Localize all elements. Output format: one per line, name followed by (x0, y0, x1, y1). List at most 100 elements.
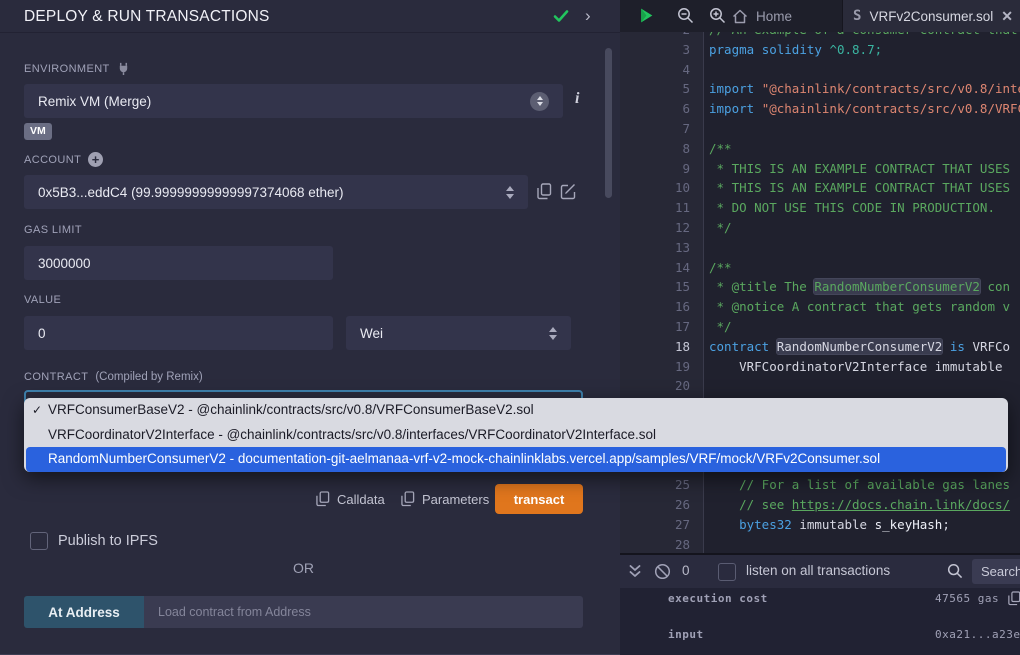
line-number[interactable]: 5 (620, 79, 703, 99)
line-number-gutter[interactable]: 2345678910111213141516171819202122232425… (620, 32, 704, 553)
code-line[interactable] (705, 60, 1020, 80)
line-number[interactable]: 27 (620, 515, 703, 535)
environment-select[interactable]: Remix VM (Merge) (24, 84, 563, 118)
code-token: // An example of a consumer contract tha… (709, 32, 1018, 37)
code-line[interactable] (705, 119, 1020, 139)
line-number[interactable]: 12 (620, 218, 703, 238)
line-number[interactable]: 16 (620, 297, 703, 317)
contract-sublabel: (Compiled by Remix) (95, 371, 202, 383)
contract-option[interactable]: VRFCoordinatorV2Interface - @chainlink/c… (24, 423, 1008, 448)
code-token: * THIS IS AN EXAMPLE CONTRACT THAT USES (709, 161, 1010, 176)
line-number[interactable]: 13 (620, 238, 703, 258)
code-token: ^0.8.7; (829, 42, 882, 57)
select-updown-icon (530, 92, 549, 111)
transact-button[interactable]: transact (495, 484, 583, 514)
line-number[interactable]: 2 (620, 32, 703, 40)
line-number[interactable]: 6 (620, 99, 703, 119)
tab-vrfv2consumer[interactable]: S VRFv2Consumer.sol ✕ (842, 0, 1020, 32)
contract-label: CONTRACT (Compiled by Remix) (24, 371, 203, 383)
line-number[interactable]: 4 (620, 60, 703, 80)
publish-ipfs-label: Publish to IPFS (58, 532, 158, 550)
code-token: // see (739, 497, 792, 512)
expand-terminal-icon[interactable] (628, 564, 642, 579)
line-number[interactable]: 8 (620, 139, 703, 159)
edit-account-icon[interactable] (560, 183, 577, 200)
add-account-icon[interactable]: + (88, 152, 103, 167)
code-token: * THIS IS AN EXAMPLE CONTRACT THAT USES (709, 180, 1010, 195)
line-number[interactable]: 25 (620, 475, 703, 495)
at-address-button[interactable]: At Address (24, 596, 144, 628)
line-number[interactable]: 9 (620, 159, 703, 179)
terminal-output: execution cost 47565 gas input 0xa21...a… (620, 588, 1020, 655)
selected-check-icon: ✓ (32, 398, 42, 423)
code-line[interactable]: */ (705, 218, 1020, 238)
code-area[interactable]: 2345678910111213141516171819202122232425… (620, 32, 1020, 553)
tab-home[interactable]: Home (732, 0, 792, 32)
publish-ipfs-checkbox[interactable] (30, 532, 48, 550)
line-number[interactable]: 15 (620, 277, 703, 297)
value-unit-select[interactable]: Wei (346, 316, 571, 350)
clear-console-icon[interactable] (654, 563, 671, 580)
code-line[interactable]: // see https://docs.chain.link/docs/ (705, 495, 1020, 515)
at-address-input[interactable] (158, 605, 569, 619)
value-input[interactable] (38, 326, 319, 341)
code-line[interactable]: * DO NOT USE THIS CODE IN PRODUCTION. (705, 198, 1020, 218)
code-token: * @notice A contract that gets random v (709, 299, 1010, 314)
line-number[interactable]: 10 (620, 178, 703, 198)
run-script-icon[interactable] (638, 7, 655, 24)
gas-limit-input[interactable] (38, 256, 319, 271)
deploy-run-panel: DEPLOY & RUN TRANSACTIONS › ENVIRONMENT … (0, 0, 620, 655)
contract-option[interactable]: RandomNumberConsumerV2 - documentation-g… (26, 447, 1006, 472)
parameters-action[interactable]: Parameters (401, 491, 489, 507)
environment-info-icon[interactable]: i (575, 90, 579, 108)
code-token: bytes32 (739, 517, 792, 532)
code-line[interactable]: VRFCoordinatorV2Interface immutable (705, 357, 1020, 377)
code-line[interactable]: // For a list of available gas lanes (705, 475, 1020, 495)
code-line[interactable]: */ (705, 317, 1020, 337)
code-line[interactable]: * THIS IS AN EXAMPLE CONTRACT THAT USES (705, 159, 1020, 179)
contract-option[interactable]: ✓VRFConsumerBaseV2 - @chainlink/contract… (24, 398, 1008, 423)
code-line[interactable]: // An example of a consumer contract tha… (705, 32, 1020, 40)
line-number[interactable]: 20 (620, 376, 703, 396)
copy-account-icon[interactable] (537, 183, 552, 200)
account-select[interactable]: 0x5B3...eddC4 (99.99999999999997374068 e… (24, 175, 528, 209)
copy-value-icon[interactable] (1008, 591, 1020, 606)
code-line[interactable]: /** (705, 139, 1020, 159)
listen-transactions-checkbox[interactable] (718, 563, 736, 581)
line-number[interactable]: 7 (620, 119, 703, 139)
code-token: "@chainlink/contracts/src/v0.8/VRFCons (762, 101, 1020, 116)
close-tab-icon[interactable]: ✕ (1001, 8, 1013, 25)
code-line[interactable] (705, 535, 1020, 553)
terminal-search-input[interactable] (981, 564, 1020, 579)
code-line[interactable] (705, 238, 1020, 258)
line-number[interactable]: 26 (620, 495, 703, 515)
zoom-in-icon[interactable] (709, 7, 726, 24)
code-line[interactable] (705, 376, 1020, 396)
code-line[interactable]: * @title The RandomNumberConsumerV2 con (705, 277, 1020, 297)
code-line[interactable]: * THIS IS AN EXAMPLE CONTRACT THAT USES (705, 178, 1020, 198)
value-field (24, 316, 333, 350)
code-line[interactable]: * @notice A contract that gets random v (705, 297, 1020, 317)
code-line[interactable]: contract RandomNumberConsumerV2 is VRFCo (705, 337, 1020, 357)
code-token: /** (709, 260, 732, 275)
code-line[interactable]: import "@chainlink/contracts/src/v0.8/VR… (705, 99, 1020, 119)
code-line[interactable]: pragma solidity ^0.8.7; (705, 40, 1020, 60)
code-line[interactable]: bytes32 immutable s_keyHash; (705, 515, 1020, 535)
panel-scrollbar[interactable] (605, 48, 612, 198)
terminal-row-value: 0xa21...a23e4 (935, 628, 1020, 641)
line-number[interactable]: 18 (620, 337, 703, 357)
line-number[interactable]: 28 (620, 535, 703, 553)
code-line[interactable]: import "@chainlink/contracts/src/v0.8/in… (705, 79, 1020, 99)
line-number[interactable]: 17 (620, 317, 703, 337)
plug-icon (117, 62, 130, 75)
code-token: s_keyHash (875, 517, 943, 532)
line-number[interactable]: 3 (620, 40, 703, 60)
code-line[interactable]: /** (705, 258, 1020, 278)
calldata-action[interactable]: Calldata (316, 491, 385, 507)
code-token: https://docs.chain.link/docs/ (792, 497, 1010, 512)
line-number[interactable]: 19 (620, 357, 703, 377)
collapse-panel-chevron-icon[interactable]: › (585, 5, 591, 27)
line-number[interactable]: 11 (620, 198, 703, 218)
line-number[interactable]: 14 (620, 258, 703, 278)
zoom-out-icon[interactable] (677, 7, 694, 24)
